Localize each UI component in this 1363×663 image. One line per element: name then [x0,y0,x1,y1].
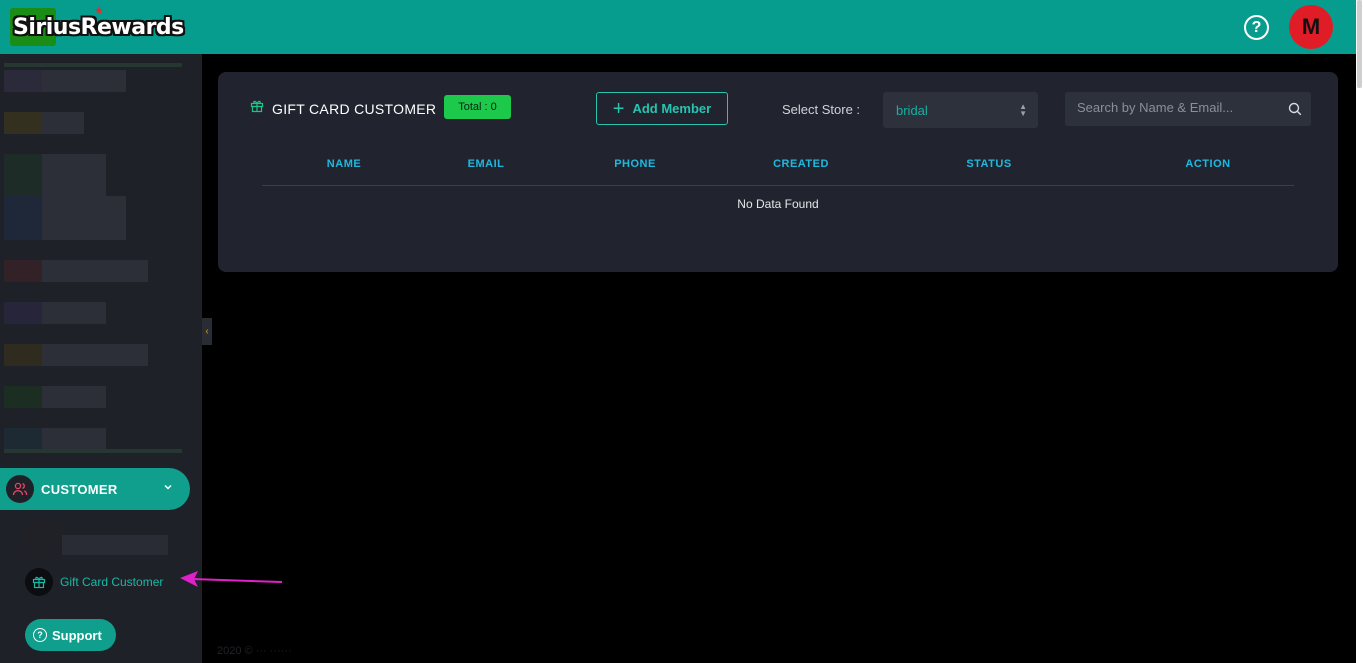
column-header-name[interactable]: NAME [327,158,361,170]
sidebar-item-label: Gift Card Customer [60,575,164,589]
user-avatar[interactable]: M [1289,5,1333,49]
blurred-menu-item[interactable] [4,196,42,240]
chevron-down-icon[interactable] [163,479,173,495]
total-badge: Total : 0 [444,95,511,119]
column-header-email[interactable]: EMAIL [468,158,505,170]
help-icon[interactable]: ? [1244,15,1269,40]
column-header-phone[interactable]: PHONE [614,158,656,170]
top-bar: SiriusRewards ★ ? M [0,0,1356,54]
blurred-menu-item[interactable] [42,344,148,366]
blurred-menu-item[interactable] [42,196,126,240]
blurred-divider [4,63,182,67]
annotation-arrow [180,571,283,587]
store-select[interactable]: bridal ▲ ▼ [883,92,1038,128]
blurred-menu-item[interactable] [42,386,106,408]
select-caret-icon: ▲ ▼ [1019,102,1027,118]
blurred-menu-item[interactable] [42,428,106,450]
column-header-action[interactable]: ACTION [1185,158,1230,170]
page-scrollbar[interactable] [1356,0,1363,663]
customer-label: CUSTOMER [41,482,118,497]
blurred-menu-item[interactable] [42,302,106,324]
plus-icon: + [612,97,625,120]
blurred-menu-item[interactable] [42,154,106,196]
column-header-status[interactable]: STATUS [966,158,1011,170]
search-box[interactable] [1065,92,1311,126]
support-button[interactable]: ? Support [25,619,116,651]
blurred-menu-item[interactable] [4,386,42,408]
gift-icon [25,568,53,596]
empty-state-text: No Data Found [737,197,819,211]
blurred-menu-item[interactable] [4,428,42,450]
sidebar-item-gift-card-customer[interactable]: Gift Card Customer [25,568,163,596]
blurred-menu-item[interactable] [42,112,84,134]
app-logo[interactable]: SiriusRewards ★ [10,5,184,46]
blurred-divider [4,449,182,453]
sidebar-collapse-toggle[interactable]: ‹ [202,318,212,345]
footer-text-blurred: 2020 © ··· ······ [217,645,292,657]
add-member-button[interactable]: + Add Member [596,92,728,125]
blurred-menu-item[interactable] [4,70,42,92]
scrollbar-thumb[interactable] [1357,0,1362,88]
blurred-menu-item[interactable] [42,70,126,92]
page-title: GIFT CARD CUSTOMER [272,100,437,117]
logo-text: SiriusRewards [13,14,184,40]
search-input[interactable] [1077,100,1272,115]
blurred-menu-item[interactable] [4,154,42,196]
users-icon [6,475,34,503]
blurred-submenu-item[interactable] [22,519,62,555]
gift-card-customer-panel: GIFT CARD CUSTOMER Total : 0 + Add Membe… [218,72,1338,272]
blurred-menu-item[interactable] [4,260,42,282]
gift-icon [250,99,264,118]
blurred-submenu-item[interactable] [62,535,168,555]
store-select-value: bridal [896,102,928,118]
search-icon[interactable] [1288,102,1302,121]
blurred-menu-item[interactable] [42,260,148,282]
card-title: GIFT CARD CUSTOMER [250,99,436,118]
add-member-label: Add Member [632,101,712,116]
blurred-menu-item[interactable] [4,344,42,366]
question-icon: ? [33,628,47,642]
sidebar: CUSTOMER Gift Card Customer ? Support [0,54,202,663]
blurred-menu-item[interactable] [4,302,42,324]
star-icon: ★ [94,5,104,17]
customer-menu-button[interactable]: CUSTOMER [0,468,190,510]
select-store-label: Select Store : [782,102,861,117]
column-header-created[interactable]: CREATED [773,158,829,170]
blurred-menu-item[interactable] [4,112,42,134]
support-label: Support [52,627,102,643]
table-header-divider [262,185,1294,186]
